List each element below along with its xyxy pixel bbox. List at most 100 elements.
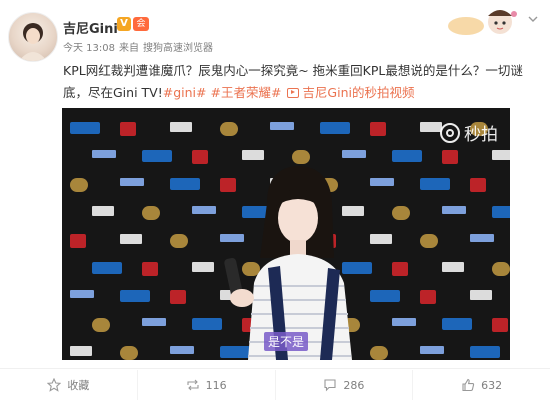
sponsor-logo	[392, 150, 422, 162]
sponsor-logo	[320, 122, 350, 134]
sponsor-logo	[120, 234, 142, 244]
sponsor-logo	[120, 290, 150, 302]
sponsor-logo	[92, 318, 110, 332]
press-wall-backdrop	[62, 108, 510, 360]
sponsor-logo	[70, 178, 88, 192]
comment-count: 286	[343, 378, 365, 392]
comment-button[interactable]: 286	[276, 370, 414, 400]
sponsor-logo	[370, 346, 388, 360]
sponsor-logo	[342, 150, 366, 158]
sponsor-logo	[392, 318, 416, 326]
sponsor-logo	[370, 234, 392, 244]
sponsor-logo	[220, 346, 250, 358]
video-icon	[287, 88, 300, 98]
decoration-sticker-icon	[448, 10, 517, 35]
like-button[interactable]: 632	[413, 370, 550, 400]
sponsor-logo	[442, 150, 458, 164]
sponsor-logo	[492, 150, 510, 160]
sponsor-logo	[470, 346, 500, 358]
sponsor-logo	[192, 206, 216, 214]
post-meta: 今天 13:08 来自 搜狗高速浏览器	[63, 39, 217, 54]
sponsor-logo	[492, 262, 510, 276]
sponsor-logo	[270, 122, 294, 130]
sponsor-logo	[470, 290, 492, 300]
vip-badge-icon: 会	[133, 17, 149, 31]
sponsor-logo	[192, 262, 214, 272]
sponsor-logo	[442, 318, 472, 330]
sponsor-logo	[92, 206, 114, 216]
sponsor-logo	[342, 206, 364, 216]
sponsor-logo	[442, 206, 466, 214]
watermark-label: 秒拍	[464, 125, 498, 145]
sponsor-logo	[120, 122, 136, 136]
sponsor-logo	[420, 290, 436, 304]
miaopai-logo-icon	[440, 122, 460, 143]
sponsor-logo	[70, 234, 86, 248]
sponsor-logo	[170, 290, 186, 304]
like-count: 632	[481, 378, 503, 392]
sponsor-logo	[220, 122, 238, 136]
sponsor-logo	[142, 206, 160, 220]
repost-button[interactable]: 116	[138, 370, 276, 400]
post-time[interactable]: 今天 13:08	[63, 43, 115, 54]
sponsor-logo	[170, 178, 200, 190]
chevron-down-icon[interactable]	[528, 14, 538, 24]
sponsor-logo	[392, 206, 410, 220]
sponsor-logo	[92, 262, 122, 274]
video-link-label: 吉尼Gini的秒拍视频	[302, 85, 415, 100]
video-player[interactable]: 秒拍 是不是	[62, 108, 510, 360]
post-text: KPL网红裁判遭谁魔爪？辰鬼内心一探究竟~ 拖米重回KPL最想说的是什么？一切谜…	[63, 60, 533, 104]
avatar[interactable]	[8, 12, 58, 62]
sponsor-logo	[420, 346, 444, 354]
sponsor-logo	[120, 178, 144, 186]
weibo-post-card: 吉尼Gini V 会 今天 13:08 来自 搜狗高速浏览器 KPL网红裁判遭谁魔爪…	[0, 0, 550, 408]
sponsor-logo	[170, 346, 194, 354]
video-link[interactable]: 吉尼Gini的秒拍视频	[285, 85, 414, 100]
sponsor-logo	[242, 150, 264, 160]
sponsor-logo	[142, 318, 166, 326]
sponsor-logo	[220, 178, 236, 192]
sponsor-logo	[420, 234, 438, 248]
video-subtitle: 是不是	[264, 332, 309, 351]
topic-link-gini[interactable]: #gini#	[163, 85, 207, 100]
sponsor-logo	[492, 318, 508, 332]
verified-badge-icon: V	[117, 17, 131, 31]
sponsor-logo	[170, 234, 188, 248]
sponsor-logo	[192, 318, 222, 330]
sponsor-logo	[442, 262, 464, 272]
sponsor-logo	[492, 206, 510, 218]
sponsor-logo	[420, 178, 450, 190]
sponsor-logo	[370, 178, 394, 186]
sponsor-logo	[370, 122, 386, 136]
sponsor-logo	[92, 150, 116, 158]
thumbs-up-icon	[462, 378, 475, 392]
sponsor-logo	[120, 346, 138, 360]
collect-label: 收藏	[67, 379, 90, 392]
sponsor-logo	[470, 178, 486, 192]
miaopai-watermark: 秒拍	[440, 120, 498, 145]
collect-button[interactable]: 收藏	[0, 370, 138, 400]
sponsor-logo	[242, 262, 260, 276]
action-bar: 收藏 116 286 632	[0, 370, 550, 400]
topic-link-wangzhe[interactable]: #王者荣耀#	[210, 85, 281, 100]
star-icon	[47, 378, 62, 392]
sponsor-logo	[70, 290, 94, 298]
sponsor-logo	[392, 262, 408, 276]
sponsor-logo	[70, 122, 100, 134]
username[interactable]: 吉尼Gini	[63, 18, 118, 37]
sponsor-logo	[470, 234, 494, 242]
sponsor-logo	[192, 150, 208, 164]
comment-icon	[324, 379, 336, 392]
sponsor-logo	[370, 290, 400, 302]
sponsor-logo	[170, 122, 192, 132]
sponsor-logo	[342, 262, 372, 274]
repost-count: 116	[205, 378, 227, 392]
source-prefix: 来自	[119, 43, 139, 54]
sponsor-logo	[142, 150, 172, 162]
post-source[interactable]: 搜狗高速浏览器	[143, 43, 213, 54]
sponsor-logo	[70, 346, 92, 356]
sponsor-logo	[420, 122, 442, 132]
sponsor-logo	[292, 150, 310, 164]
sponsor-logo	[142, 262, 158, 276]
repost-icon	[187, 379, 199, 391]
